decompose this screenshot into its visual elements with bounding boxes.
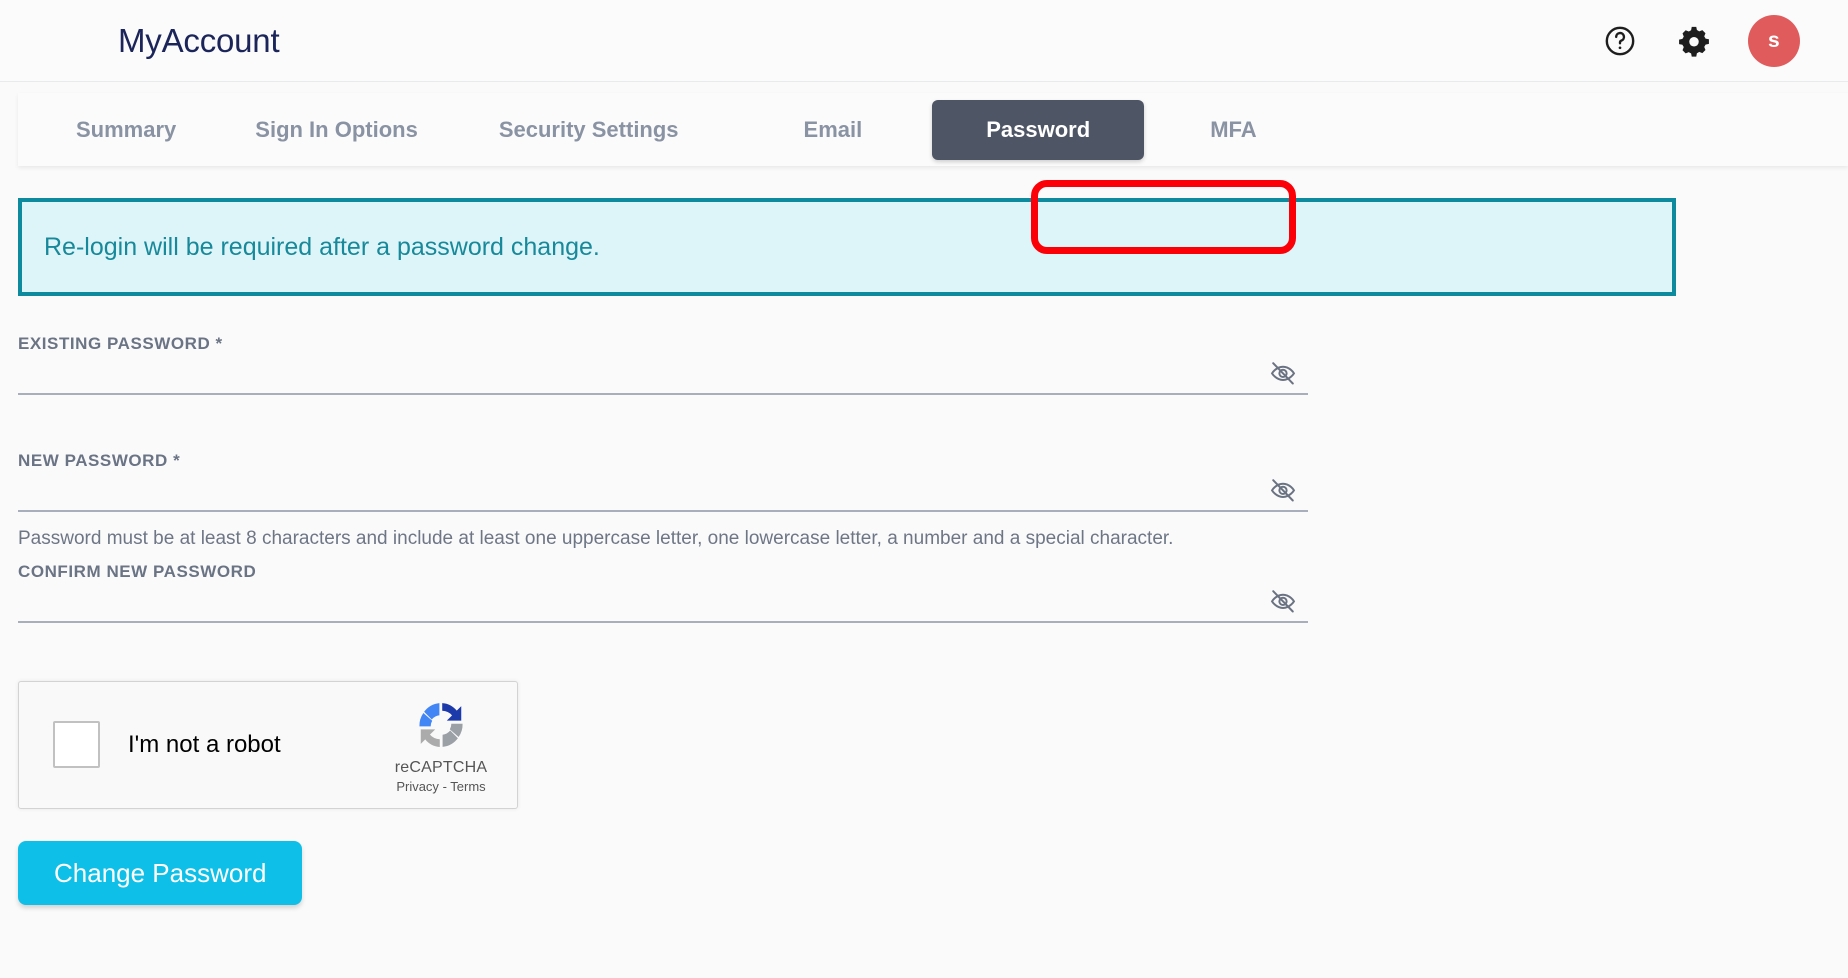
recaptcha-link-separator: - (442, 779, 447, 795)
recaptcha-terms-link[interactable]: Terms (450, 779, 485, 794)
info-banner-text: Re-login will be required after a passwo… (44, 233, 600, 261)
eye-off-icon[interactable] (1266, 584, 1300, 618)
confirm-password-input[interactable] (18, 581, 1266, 618)
field-gap (18, 395, 1848, 451)
recaptcha-brand: reCAPTCHA Privacy - Terms (381, 695, 501, 794)
gear-icon[interactable] (1674, 21, 1714, 61)
field-gap (18, 552, 1848, 562)
tabbar-wrapper: Summary Sign In Options Security Setting… (0, 82, 1848, 254)
app-brand-logo: MyAccount (118, 22, 280, 59)
tabbar: Summary Sign In Options Security Setting… (18, 93, 1848, 166)
recaptcha-checkbox[interactable] (53, 721, 100, 769)
recaptcha-links: Privacy - Terms (396, 779, 485, 794)
recaptcha-widget: I'm not a robot reCAPTCHA Privacy - Term… (18, 680, 518, 809)
recaptcha-label: I'm not a robot (128, 730, 281, 758)
new-password-field-group: NEW PASSWORD * Password must be at least… (18, 451, 1308, 552)
existing-password-input[interactable] (18, 354, 1266, 390)
new-password-label: NEW PASSWORD * (18, 451, 181, 470)
existing-password-field-group: EXISTING PASSWORD * (18, 334, 1308, 395)
app-header: MyAccount s (0, 0, 1848, 82)
tab-mfa[interactable]: MFA (1210, 117, 1256, 143)
new-password-row (18, 471, 1308, 512)
change-password-button[interactable]: Change Password (18, 840, 303, 905)
tab-password[interactable]: Password (932, 99, 1145, 160)
tab-email[interactable]: Email (804, 117, 863, 143)
existing-password-label: EXISTING PASSWORD * (18, 334, 223, 353)
eye-off-icon[interactable] (1266, 473, 1300, 507)
tab-sign-in-options[interactable]: Sign In Options (255, 117, 418, 143)
confirm-password-field-group: CONFIRM NEW PASSWORD (18, 562, 1308, 623)
tab-security-settings[interactable]: Security Settings (499, 117, 679, 143)
new-password-helper-text: Password must be at least 8 characters a… (18, 528, 1174, 549)
recaptcha-logo-icon (419, 703, 463, 748)
eye-off-icon[interactable] (1266, 356, 1300, 390)
recaptcha-brand-name: reCAPTCHA (394, 759, 488, 777)
main-content: Re-login will be required after a passwo… (0, 166, 1848, 905)
info-banner: Re-login will be required after a passwo… (18, 198, 1676, 296)
new-password-input[interactable] (18, 471, 1266, 507)
avatar[interactable]: s (1748, 14, 1800, 67)
recaptcha-privacy-link[interactable]: Privacy (396, 779, 439, 794)
confirm-password-label: CONFIRM NEW PASSWORD (18, 561, 257, 581)
confirm-password-row (18, 581, 1308, 623)
tab-summary[interactable]: Summary (76, 117, 176, 143)
help-circle-icon[interactable] (1600, 21, 1640, 61)
avatar-initial: s (1768, 28, 1780, 52)
header-actions: s (1600, 14, 1824, 67)
existing-password-row (18, 354, 1308, 395)
